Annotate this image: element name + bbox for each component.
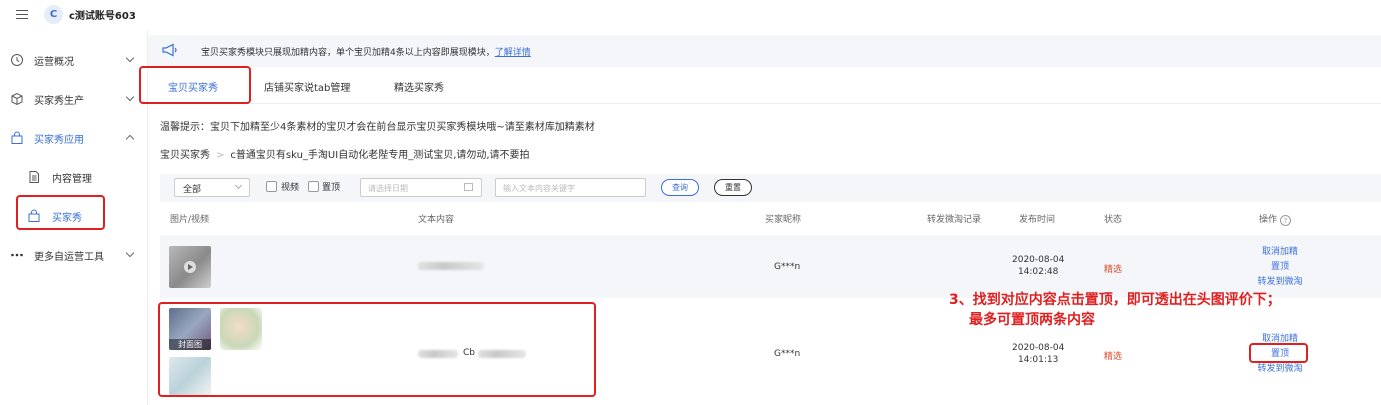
video-thumbnail[interactable] — [169, 246, 211, 288]
publish-date: 2020-08-04 — [1012, 343, 1065, 353]
play-icon — [184, 261, 196, 273]
avatar: C — [44, 5, 63, 24]
video-label: 视频 — [281, 183, 300, 193]
date-input[interactable]: 请选择日期 — [360, 178, 482, 197]
chevron-down-icon — [125, 248, 135, 258]
sidebar-subitem-label: 买家秀 — [52, 213, 82, 224]
buyer-nickname: G***n — [774, 262, 801, 272]
buyer-nickname: G***n — [774, 349, 801, 359]
breadcrumb-separator: > — [216, 150, 225, 161]
account-name[interactable]: c测试账号603 — [69, 7, 136, 22]
menu-icon[interactable] — [16, 10, 28, 19]
status-badge: 精选 — [1104, 352, 1123, 362]
annotation-line-1: 3、找到对应内容点击置顶，即可透出在头图评价下； — [949, 292, 1281, 308]
chevron-down-icon — [125, 92, 135, 102]
pin-to-top-link[interactable]: 置顶 — [1245, 260, 1315, 275]
forward-to-weitao-link[interactable]: 转发到微淘 — [1245, 362, 1315, 377]
cube-icon — [11, 92, 23, 106]
column-header: 文本内容 — [418, 215, 455, 225]
breadcrumb-current: c普通宝贝有sku_手淘UI自动化老陛专用_测试宝贝,请勿动,请不要拍 — [230, 150, 530, 161]
document-icon — [29, 171, 39, 183]
filter-bar: 全部 视频 置顶 请选择日期 输入文本内容关键字 查询 重置 — [160, 174, 1381, 202]
cancel-featured-link[interactable]: 取消加精 — [1245, 245, 1315, 260]
sidebar-item-label: 买家秀生产 — [34, 96, 84, 107]
highlight-box — [158, 302, 596, 397]
tab-store-buyer-tab[interactable]: 店铺买家说tab管理 — [264, 79, 350, 94]
query-button[interactable]: 查询 — [661, 179, 699, 196]
chevron-up-icon — [125, 134, 135, 144]
table-header: 图片/视频 文本内容 买家昵称 转发微淘记录 发布时间 状态 操作? — [160, 205, 1381, 231]
status-badge: 精选 — [1104, 265, 1123, 275]
clock-icon — [11, 54, 23, 66]
publish-time: 14:01:13 — [1017, 355, 1059, 365]
learn-more-link[interactable]: 了解详情 — [495, 48, 531, 58]
tip-text: 温馨提示：宝贝下加精至少4条素材的宝贝才会在前台显示宝贝买家秀模块哦~请至素材库… — [160, 122, 595, 133]
chevron-down-icon — [234, 181, 243, 190]
column-header: 转发微淘记录 — [927, 215, 982, 225]
more-dots-icon — [11, 253, 23, 257]
type-select[interactable]: 全部 — [174, 178, 250, 197]
tab-bar: 宝贝买家秀 店铺买家说tab管理 精选买家秀 — [148, 68, 1381, 104]
reset-button[interactable]: 重置 — [714, 179, 752, 196]
top-bar: C c测试账号603 — [0, 0, 1381, 30]
sidebar-item-more-tools[interactable]: 更多自运营工具 — [0, 243, 148, 267]
breadcrumb-root[interactable]: 宝贝买家秀 — [160, 150, 210, 161]
sidebar-subitem-buyer-show[interactable]: 买家秀 — [0, 204, 148, 228]
video-checkbox[interactable] — [266, 181, 277, 192]
sidebar-subitem-label: 内容管理 — [52, 174, 92, 185]
table-row: G***n 2020-08-04 14:02:48 精选 取消加精 置顶 转发到… — [160, 235, 1381, 298]
column-header: 买家昵称 — [765, 215, 802, 225]
publish-time: 14:02:48 — [1017, 267, 1059, 277]
sidebar-item-overview[interactable]: 运营概况 — [0, 48, 148, 72]
forward-to-weitao-link[interactable]: 转发到微淘 — [1245, 275, 1315, 290]
chevron-down-icon — [125, 53, 135, 63]
type-select-value: 全部 — [183, 185, 202, 195]
help-icon[interactable]: ? — [1280, 215, 1292, 226]
annotation-line-2: 最多可置顶两条内容 — [969, 312, 1095, 328]
keyword-placeholder: 输入文本内容关键字 — [503, 184, 575, 193]
column-header: 发布时间 — [1019, 215, 1056, 225]
pinned-label: 置顶 — [322, 183, 341, 193]
sidebar-item-production[interactable]: 买家秀生产 — [0, 87, 148, 111]
highlight-box — [1249, 343, 1308, 363]
bag-icon — [11, 131, 23, 144]
sidebar-item-label: 更多自运营工具 — [34, 252, 104, 263]
notice-text: 宝贝买家秀模块只展现加精内容，单个宝贝加精4条以上内容即展现模块， — [201, 48, 495, 58]
publish-date: 2020-08-04 — [1012, 255, 1065, 265]
instruction-annotation: 3、找到对应内容点击置顶，即可透出在头图评价下； 最多可置顶两条内容 — [949, 290, 1281, 330]
notice-bar: 宝贝买家秀模块只展现加精内容，单个宝贝加精4条以上内容即展现模块，了解详情 — [148, 35, 1381, 67]
sidebar-item-label: 买家秀应用 — [34, 135, 84, 146]
sidebar: 运营概况 买家秀生产 买家秀应用 内容管理 买家秀 更多自运营工具 — [0, 30, 148, 405]
pinned-checkbox[interactable] — [308, 181, 319, 192]
sidebar-item-application[interactable]: 买家秀应用 — [0, 126, 148, 150]
sidebar-item-label: 运营概况 — [34, 57, 74, 68]
shopping-bag-icon — [28, 209, 40, 222]
sidebar-subitem-content-management[interactable]: 内容管理 — [0, 165, 148, 189]
blurred-text — [418, 262, 484, 270]
megaphone-icon — [162, 43, 177, 57]
tab-featured-buyer-show[interactable]: 精选买家秀 — [394, 79, 444, 94]
column-header: 图片/视频 — [170, 215, 210, 225]
date-placeholder: 请选择日期 — [368, 184, 408, 193]
calendar-icon — [464, 183, 473, 191]
column-header: 状态 — [1104, 215, 1123, 225]
highlight-box — [139, 66, 251, 104]
breadcrumb: 宝贝买家秀 > c普通宝贝有sku_手淘UI自动化老陛专用_测试宝贝,请勿动,请不要… — [160, 146, 530, 161]
keyword-input[interactable]: 输入文本内容关键字 — [495, 178, 646, 197]
column-header: 操作 — [1259, 215, 1278, 225]
